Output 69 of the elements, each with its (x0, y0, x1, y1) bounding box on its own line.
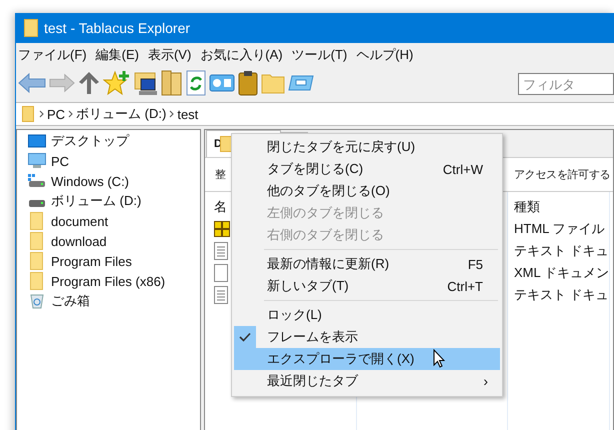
menu-item[interactable]: お気に入り(A) (200, 46, 283, 64)
monitor-icon (28, 153, 46, 169)
menu-item[interactable]: ファイル(F) (18, 46, 87, 64)
shortcut-text: F5 (468, 256, 483, 272)
recycle-bin-icon (28, 293, 46, 309)
tree-item[interactable]: Windows (C:) (51, 174, 130, 188)
tree-item[interactable]: document (51, 214, 108, 228)
menu-item[interactable]: 新しいタブ(T) Ctrl+T (234, 275, 500, 297)
table-cell: XML ドキュメン (514, 264, 609, 282)
menu-item[interactable]: 最新の情報に更新(R) F5 (234, 253, 500, 275)
breadcrumb-item[interactable]: ボリューム (D:) (76, 105, 166, 123)
folder-icon (28, 212, 46, 230)
up-arrow-icon[interactable] (78, 71, 100, 95)
shortcut-text: Ctrl+T (447, 278, 483, 294)
tree-item[interactable]: Program Files (51, 254, 132, 268)
mouse-pointer-icon (433, 349, 445, 368)
filter-field[interactable]: フィルタ (518, 73, 614, 95)
file-icon (214, 264, 228, 282)
menu-item[interactable]: ロック(L) (234, 304, 500, 326)
table-cell: テキスト ドキュ (514, 242, 609, 260)
menu-item[interactable]: 編集(E) (96, 46, 139, 64)
star-plus-icon[interactable] (103, 69, 131, 97)
folder-icon (28, 232, 46, 250)
menu-item[interactable]: 閉じたタブを元に戻す(U) (234, 136, 500, 158)
menu-item[interactable]: フレームを表示 (234, 326, 500, 348)
folder-icon (28, 272, 46, 290)
forward-arrow-icon[interactable] (49, 72, 75, 94)
back-arrow-icon[interactable] (18, 72, 46, 94)
network-card-icon[interactable] (209, 73, 235, 93)
command-button[interactable]: アクセスを許可する (514, 167, 610, 182)
breadcrumb-item[interactable]: test (177, 106, 198, 122)
tree-item[interactable]: デスクトップ (51, 132, 129, 150)
checkmark-icon (239, 332, 251, 342)
chevron-icon (39, 110, 44, 118)
text-file-icon (214, 286, 228, 304)
drive-icon (28, 174, 46, 188)
folder-icon (28, 252, 46, 270)
html-file-icon (214, 221, 230, 237)
menu-item[interactable]: エクスプローラで開く(X) (234, 348, 500, 370)
shortcut-text: Ctrl+W (442, 162, 483, 176)
chevron-icon (169, 110, 174, 118)
menu-item[interactable]: ツール(T) (292, 46, 348, 64)
tree-item[interactable]: PC (51, 154, 70, 168)
table-cell: HTML ファイル (514, 220, 605, 238)
menu-item[interactable]: 他のタブを閉じる(O) (234, 180, 500, 202)
submenu-arrow: › (483, 373, 488, 389)
menu-item[interactable]: 最近閉じたタブ › (234, 370, 500, 392)
computer-folder-icon[interactable] (134, 70, 158, 96)
window-icon[interactable] (288, 74, 314, 92)
breadcrumb-item[interactable]: PC (47, 106, 66, 122)
menu-item[interactable]: ヘルプ(H) (356, 46, 414, 64)
refresh-icon[interactable] (186, 70, 206, 96)
menu-item[interactable]: 表示(V) (148, 46, 192, 64)
desktop-icon (28, 134, 46, 148)
tree-item[interactable]: ボリューム (D:) (51, 192, 142, 210)
table-cell: テキスト ドキュ (514, 286, 609, 304)
window-title: test - Tablacus Explorer (44, 20, 190, 36)
menu-item[interactable]: タブを閉じる(C) Ctrl+W (234, 158, 500, 180)
folder-icon (220, 136, 232, 152)
column-header[interactable]: 種類 (514, 196, 609, 218)
tree-item[interactable]: Program Files (x86) (51, 274, 166, 288)
address-bar[interactable]: PC ボリューム (D:) test (16, 102, 614, 126)
tree-item[interactable]: download (51, 234, 107, 248)
chevron-icon (68, 110, 74, 118)
clipboard-icon[interactable] (238, 70, 258, 96)
text-file-icon (214, 242, 228, 260)
tree-item[interactable]: ごみ箱 (51, 292, 90, 310)
folder-icon (24, 19, 38, 37)
folder-icon (22, 106, 34, 122)
